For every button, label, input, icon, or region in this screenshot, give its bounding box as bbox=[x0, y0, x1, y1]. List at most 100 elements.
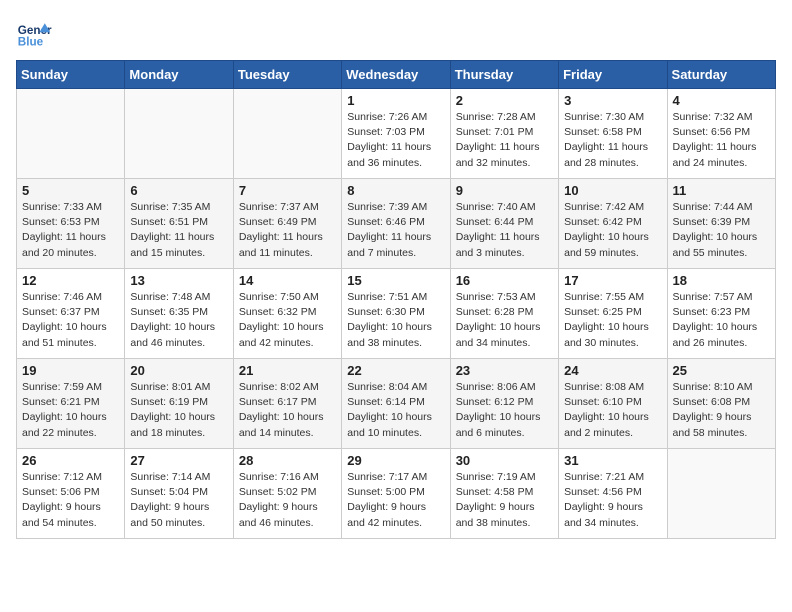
day-info: Sunrise: 8:04 AM Sunset: 6:14 PM Dayligh… bbox=[347, 380, 444, 441]
day-number: 7 bbox=[239, 183, 336, 198]
day-info: Sunrise: 7:44 AM Sunset: 6:39 PM Dayligh… bbox=[673, 200, 770, 261]
weekday-header-saturday: Saturday bbox=[667, 61, 775, 89]
day-number: 10 bbox=[564, 183, 661, 198]
day-number: 28 bbox=[239, 453, 336, 468]
calendar-cell: 30 Sunrise: 7:19 AM Sunset: 4:58 PM Dayli… bbox=[450, 449, 558, 539]
calendar-cell bbox=[125, 89, 233, 179]
day-info: Sunrise: 8:02 AM Sunset: 6:17 PM Dayligh… bbox=[239, 380, 336, 441]
day-number: 9 bbox=[456, 183, 553, 198]
calendar-cell: 19 Sunrise: 7:59 AM Sunset: 6:21 PM Dayli… bbox=[17, 359, 125, 449]
day-info: Sunrise: 7:19 AM Sunset: 4:58 PM Dayligh… bbox=[456, 470, 553, 531]
calendar-cell: 15Sunrise: 7:51 AM Sunset: 6:30 PM Dayli… bbox=[342, 269, 450, 359]
calendar-week-4: 19 Sunrise: 7:59 AM Sunset: 6:21 PM Dayli… bbox=[17, 359, 776, 449]
logo: General Blue bbox=[16, 16, 52, 52]
day-info: Sunrise: 7:55 AM Sunset: 6:25 PM Dayligh… bbox=[564, 290, 661, 351]
calendar-cell: 22 Sunrise: 8:04 AM Sunset: 6:14 PM Dayli… bbox=[342, 359, 450, 449]
calendar-week-5: 26Sunrise: 7:12 AM Sunset: 5:06 PM Dayli… bbox=[17, 449, 776, 539]
calendar-week-3: 12 Sunrise: 7:46 AM Sunset: 6:37 PM Dayli… bbox=[17, 269, 776, 359]
day-info: Sunrise: 7:39 AM Sunset: 6:46 PM Dayligh… bbox=[347, 200, 444, 261]
calendar-cell: 3Sunrise: 7:30 AM Sunset: 6:58 PM Daylig… bbox=[559, 89, 667, 179]
day-number: 12 bbox=[22, 273, 119, 288]
header: General Blue bbox=[16, 16, 776, 52]
day-info: Sunrise: 7:28 AM Sunset: 7:01 PM Dayligh… bbox=[456, 110, 553, 171]
weekday-header-monday: Monday bbox=[125, 61, 233, 89]
calendar-cell: 24Sunrise: 8:08 AM Sunset: 6:10 PM Dayli… bbox=[559, 359, 667, 449]
logo-icon: General Blue bbox=[16, 16, 52, 52]
calendar-cell: 20Sunrise: 8:01 AM Sunset: 6:19 PM Dayli… bbox=[125, 359, 233, 449]
calendar-cell: 17 Sunrise: 7:55 AM Sunset: 6:25 PM Dayli… bbox=[559, 269, 667, 359]
day-info: Sunrise: 7:57 AM Sunset: 6:23 PM Dayligh… bbox=[673, 290, 770, 351]
day-number: 24 bbox=[564, 363, 661, 378]
calendar-cell: 4Sunrise: 7:32 AM Sunset: 6:56 PM Daylig… bbox=[667, 89, 775, 179]
calendar-cell: 26Sunrise: 7:12 AM Sunset: 5:06 PM Dayli… bbox=[17, 449, 125, 539]
day-info: Sunrise: 7:42 AM Sunset: 6:42 PM Dayligh… bbox=[564, 200, 661, 261]
calendar-cell: 21 Sunrise: 8:02 AM Sunset: 6:17 PM Dayli… bbox=[233, 359, 341, 449]
day-info: Sunrise: 7:59 AM Sunset: 6:21 PM Dayligh… bbox=[22, 380, 119, 441]
day-number: 21 bbox=[239, 363, 336, 378]
day-number: 11 bbox=[673, 183, 770, 198]
day-number: 23 bbox=[456, 363, 553, 378]
calendar-cell: 13 Sunrise: 7:48 AM Sunset: 6:35 PM Dayli… bbox=[125, 269, 233, 359]
weekday-header-thursday: Thursday bbox=[450, 61, 558, 89]
day-info: Sunrise: 7:17 AM Sunset: 5:00 PM Dayligh… bbox=[347, 470, 444, 531]
day-info: Sunrise: 8:10 AM Sunset: 6:08 PM Dayligh… bbox=[673, 380, 770, 441]
svg-text:Blue: Blue bbox=[18, 36, 44, 49]
day-number: 15 bbox=[347, 273, 444, 288]
calendar-cell: 31 Sunrise: 7:21 AM Sunset: 4:56 PM Dayli… bbox=[559, 449, 667, 539]
day-info: Sunrise: 8:01 AM Sunset: 6:19 PM Dayligh… bbox=[130, 380, 227, 441]
weekday-header-tuesday: Tuesday bbox=[233, 61, 341, 89]
calendar-cell: 27 Sunrise: 7:14 AM Sunset: 5:04 PM Dayli… bbox=[125, 449, 233, 539]
day-info: Sunrise: 7:50 AM Sunset: 6:32 PM Dayligh… bbox=[239, 290, 336, 351]
day-info: Sunrise: 7:16 AM Sunset: 5:02 PM Dayligh… bbox=[239, 470, 336, 531]
day-number: 27 bbox=[130, 453, 227, 468]
day-info: Sunrise: 7:48 AM Sunset: 6:35 PM Dayligh… bbox=[130, 290, 227, 351]
calendar-week-2: 5 Sunrise: 7:33 AM Sunset: 6:53 PM Daylig… bbox=[17, 179, 776, 269]
calendar-cell: 8 Sunrise: 7:39 AM Sunset: 6:46 PM Daylig… bbox=[342, 179, 450, 269]
weekday-header-sunday: Sunday bbox=[17, 61, 125, 89]
day-number: 8 bbox=[347, 183, 444, 198]
calendar-cell: 6 Sunrise: 7:35 AM Sunset: 6:51 PM Daylig… bbox=[125, 179, 233, 269]
calendar-cell: 7 Sunrise: 7:37 AM Sunset: 6:49 PM Daylig… bbox=[233, 179, 341, 269]
day-number: 2 bbox=[456, 93, 553, 108]
day-number: 13 bbox=[130, 273, 227, 288]
day-info: Sunrise: 8:06 AM Sunset: 6:12 PM Dayligh… bbox=[456, 380, 553, 441]
day-info: Sunrise: 7:21 AM Sunset: 4:56 PM Dayligh… bbox=[564, 470, 661, 531]
day-number: 22 bbox=[347, 363, 444, 378]
calendar-cell: 16Sunrise: 7:53 AM Sunset: 6:28 PM Dayli… bbox=[450, 269, 558, 359]
calendar-cell bbox=[233, 89, 341, 179]
calendar-cell: 2 Sunrise: 7:28 AM Sunset: 7:01 PM Daylig… bbox=[450, 89, 558, 179]
day-number: 6 bbox=[130, 183, 227, 198]
day-number: 19 bbox=[22, 363, 119, 378]
day-info: Sunrise: 7:53 AM Sunset: 6:28 PM Dayligh… bbox=[456, 290, 553, 351]
day-number: 30 bbox=[456, 453, 553, 468]
day-number: 17 bbox=[564, 273, 661, 288]
day-number: 25 bbox=[673, 363, 770, 378]
day-info: Sunrise: 7:14 AM Sunset: 5:04 PM Dayligh… bbox=[130, 470, 227, 531]
calendar-cell: 28 Sunrise: 7:16 AM Sunset: 5:02 PM Dayli… bbox=[233, 449, 341, 539]
calendar-cell: 12 Sunrise: 7:46 AM Sunset: 6:37 PM Dayli… bbox=[17, 269, 125, 359]
calendar-week-1: 1Sunrise: 7:26 AM Sunset: 7:03 PM Daylig… bbox=[17, 89, 776, 179]
day-number: 14 bbox=[239, 273, 336, 288]
calendar-cell: 9 Sunrise: 7:40 AM Sunset: 6:44 PM Daylig… bbox=[450, 179, 558, 269]
day-number: 18 bbox=[673, 273, 770, 288]
calendar-cell: 25 Sunrise: 8:10 AM Sunset: 6:08 PM Dayli… bbox=[667, 359, 775, 449]
day-info: Sunrise: 7:35 AM Sunset: 6:51 PM Dayligh… bbox=[130, 200, 227, 261]
calendar-cell: 23 Sunrise: 8:06 AM Sunset: 6:12 PM Dayli… bbox=[450, 359, 558, 449]
day-number: 26 bbox=[22, 453, 119, 468]
day-info: Sunrise: 7:33 AM Sunset: 6:53 PM Dayligh… bbox=[22, 200, 119, 261]
day-number: 31 bbox=[564, 453, 661, 468]
calendar-cell bbox=[17, 89, 125, 179]
day-number: 3 bbox=[564, 93, 661, 108]
day-info: Sunrise: 7:37 AM Sunset: 6:49 PM Dayligh… bbox=[239, 200, 336, 261]
day-number: 5 bbox=[22, 183, 119, 198]
calendar-cell: 29Sunrise: 7:17 AM Sunset: 5:00 PM Dayli… bbox=[342, 449, 450, 539]
day-info: Sunrise: 7:26 AM Sunset: 7:03 PM Dayligh… bbox=[347, 110, 444, 171]
day-info: Sunrise: 7:46 AM Sunset: 6:37 PM Dayligh… bbox=[22, 290, 119, 351]
day-info: Sunrise: 7:40 AM Sunset: 6:44 PM Dayligh… bbox=[456, 200, 553, 261]
calendar-cell: 11 Sunrise: 7:44 AM Sunset: 6:39 PM Dayli… bbox=[667, 179, 775, 269]
calendar-cell: 10 Sunrise: 7:42 AM Sunset: 6:42 PM Dayli… bbox=[559, 179, 667, 269]
weekday-header-wednesday: Wednesday bbox=[342, 61, 450, 89]
day-info: Sunrise: 7:32 AM Sunset: 6:56 PM Dayligh… bbox=[673, 110, 770, 171]
calendar-cell: 14 Sunrise: 7:50 AM Sunset: 6:32 PM Dayli… bbox=[233, 269, 341, 359]
calendar-cell: 18 Sunrise: 7:57 AM Sunset: 6:23 PM Dayli… bbox=[667, 269, 775, 359]
